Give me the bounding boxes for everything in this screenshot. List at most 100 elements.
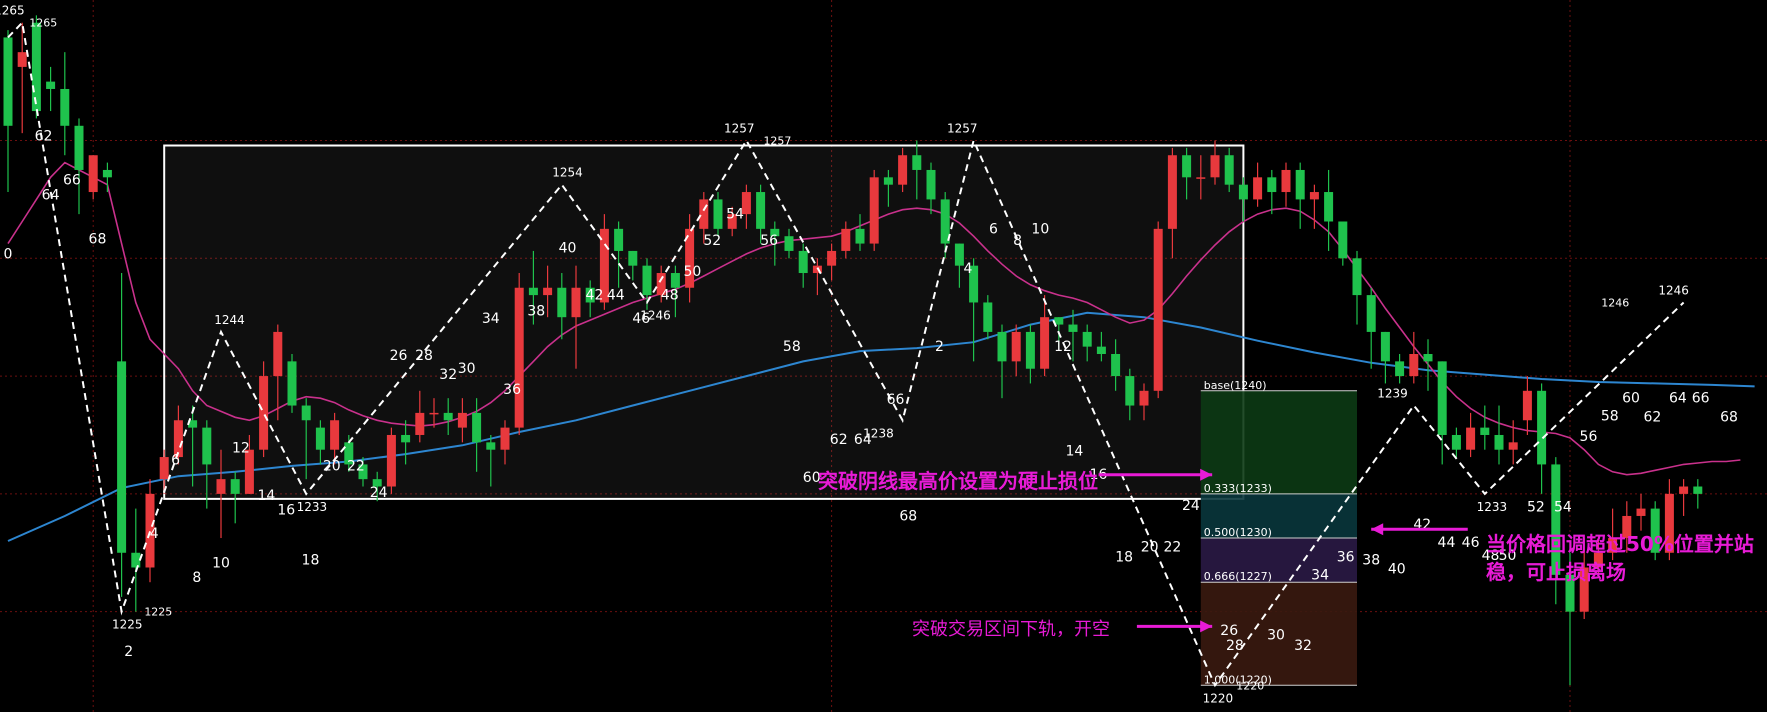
candle-body: [1324, 192, 1334, 222]
bar-count-label: 66: [63, 173, 81, 189]
candle-body: [1196, 177, 1206, 179]
pivot-label: 1257: [763, 135, 791, 148]
annotation-short-entry: 突破交易区间下轨，开空: [912, 619, 1110, 640]
candle-body: [429, 412, 439, 415]
bar-count-label: 34: [482, 311, 500, 327]
candle-body: [500, 427, 510, 450]
fib-zone-0: [1200, 390, 1357, 494]
bar-count-label: 40: [1388, 561, 1406, 577]
candle-body: [699, 199, 709, 229]
bar-count-label: 4: [963, 261, 972, 277]
bar-count-label: 54: [726, 207, 744, 223]
candle-body: [571, 287, 581, 318]
candle-body: [1167, 155, 1177, 229]
fib-level-label-3: 0.666(1227): [1204, 570, 1272, 583]
pivot-label: 1233: [297, 500, 328, 514]
bar-count-label: 32: [439, 367, 457, 383]
bar-count-label: 8: [192, 570, 201, 586]
candle-body: [287, 361, 297, 406]
candle-body: [983, 302, 993, 332]
candle-body: [1366, 295, 1376, 332]
bar-count-label: 64: [854, 432, 872, 448]
bar-count-label: 60: [1622, 391, 1640, 407]
bar-count-label: 44: [1438, 535, 1456, 551]
candle-body: [1224, 155, 1234, 185]
pivot-label: 1239: [1377, 387, 1408, 401]
candle-body: [883, 177, 893, 185]
candle-body: [472, 412, 482, 443]
pivot-label: 1233: [1477, 500, 1508, 514]
annotation-arrow-head-2: [1371, 523, 1384, 536]
price-chart: base(1240) 0.333(1233) 0.500(1230) 0.666(12…: [0, 0, 1767, 712]
candle-body: [1025, 331, 1035, 369]
candle-body: [1480, 427, 1490, 435]
candle-body: [1352, 258, 1362, 296]
candle-body: [401, 434, 411, 443]
pivot-label: 1244: [214, 313, 245, 327]
candle-body: [88, 155, 98, 193]
candle-body: [855, 228, 865, 244]
fib-level-label-0: base(1240): [1204, 379, 1267, 392]
candle-body: [1309, 192, 1319, 200]
bar-count-label: 22: [1163, 539, 1181, 555]
candle-body: [386, 434, 396, 487]
candle-body: [713, 199, 723, 229]
candle-body: [202, 427, 212, 465]
candle-body: [74, 125, 84, 170]
candle-body: [1636, 508, 1646, 516]
candle-body: [1096, 346, 1106, 354]
candle-body: [273, 331, 283, 377]
bar-count-label: 36: [503, 382, 521, 398]
bar-count-label: 20: [323, 458, 341, 474]
bar-count-label: 68: [89, 232, 107, 248]
pivot-label: 1225: [144, 606, 172, 619]
bar-count-label: 14: [258, 488, 276, 504]
candle-body: [216, 479, 226, 494]
bar-count-label: 2: [124, 644, 133, 660]
candle-body: [798, 250, 808, 274]
bar-count-label: 12: [1054, 339, 1072, 355]
pivot-label: 1265: [29, 17, 57, 30]
pivot-label: 1225: [112, 618, 143, 632]
candle-body: [1139, 390, 1149, 406]
candle-body: [528, 287, 538, 296]
bar-count-label: 46: [1462, 535, 1480, 551]
bar-count-label: 58: [1601, 408, 1619, 424]
candle-body: [1508, 442, 1518, 450]
candle-body: [1125, 376, 1135, 406]
candle-body: [1338, 221, 1348, 259]
bar-count-label: 18: [1115, 550, 1133, 566]
candle-body: [301, 405, 311, 421]
candle-body: [557, 287, 567, 318]
candle-body: [457, 412, 467, 428]
bar-count-label: 62: [1643, 410, 1661, 426]
candle-body: [259, 376, 269, 450]
bar-count-label: 10: [1031, 221, 1049, 237]
pivot-label: 1254: [552, 166, 583, 180]
bar-count-label: 6: [989, 221, 998, 237]
candle-body: [869, 177, 879, 244]
candle-body: [31, 22, 41, 112]
bar-count-label: 38: [1362, 553, 1380, 569]
candle-body: [1011, 331, 1021, 362]
bar-count-label: 40: [559, 240, 577, 256]
candle-body: [1153, 228, 1163, 391]
bar-count-label: 26: [390, 348, 408, 364]
candle-body: [628, 250, 638, 266]
candle-body: [230, 479, 240, 494]
pivot-label: 1257: [947, 122, 978, 136]
pivot-label: 1246: [1658, 283, 1689, 297]
pivot-label: 1220: [1236, 679, 1264, 692]
candle-body: [1466, 427, 1476, 450]
bar-count-label: 66: [887, 392, 905, 408]
bar-count-label: 12: [232, 441, 250, 457]
candle-body: [3, 37, 13, 126]
bar-count-label: 0: [4, 246, 13, 262]
candle-body: [912, 155, 922, 170]
candle-body: [1068, 324, 1078, 332]
fib-level-label-1: 0.333(1233): [1204, 482, 1272, 495]
bar-count-label: 54: [1554, 500, 1572, 516]
bar-count-label: 38: [527, 304, 545, 320]
candle-body: [1040, 317, 1050, 369]
bar-count-label: 6: [171, 452, 180, 468]
